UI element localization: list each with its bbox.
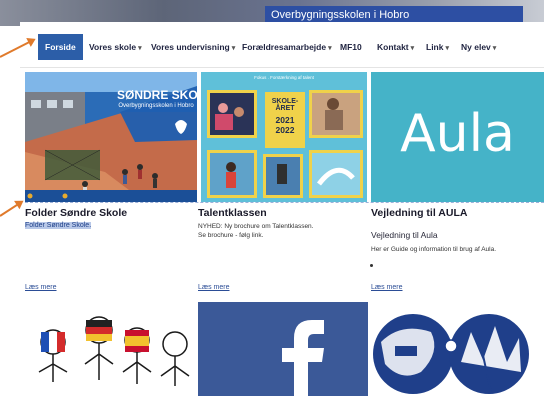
chevron-down-icon: ▾ — [231, 45, 236, 52]
card-title-soendre-skole[interactable]: Folder Søndre Skole — [25, 207, 127, 219]
nav-item-label: Ny elev — [461, 42, 491, 52]
card-title-aula[interactable]: Vejledning til AULA — [371, 207, 467, 219]
badge-line: 2022 — [275, 125, 295, 135]
selected-text: Folder Søndre Skole. — [25, 222, 92, 229]
nav-item-foraeldresamarbejde[interactable]: Forældresamarbejde ▾ — [242, 36, 332, 58]
aula-logo: Aula — [400, 104, 515, 164]
nav-item-vores-undervisning[interactable]: Vores undervisning ▾ — [151, 36, 235, 58]
bottom-image-children-flags[interactable] — [25, 302, 197, 396]
nav-item-label: Vores undervisning — [151, 42, 230, 52]
nav-item-link[interactable]: Link ▾ — [426, 36, 449, 58]
image-heading: SØNDRE SKOLE — [117, 88, 197, 102]
facebook-icon — [282, 320, 324, 396]
image-subheading: Overbygningsskolen i Hobro — [118, 103, 194, 109]
chevron-down-icon: ▾ — [445, 45, 449, 52]
bullet-dot — [370, 264, 373, 267]
nav-item-forside[interactable]: Forside — [38, 34, 83, 60]
annotation-arrow-card — [0, 201, 23, 217]
nav-item-ny-elev[interactable]: Ny elev ▾ — [461, 36, 496, 58]
card-text-line: NYHED: Ny brochure om Talentklassen. — [198, 223, 314, 230]
read-more-link[interactable]: Læs mere — [371, 284, 403, 291]
card-image-aula[interactable]: Aula — [371, 72, 544, 202]
card-image-soendre-skole[interactable]: SØNDRE SKOLE Overbygningsskolen i Hobro — [25, 72, 197, 202]
chevron-down-icon: ▾ — [138, 45, 142, 52]
chevron-down-icon: ▾ — [328, 45, 332, 52]
read-more-link[interactable]: Læs mere — [25, 284, 57, 291]
badge-line: 2021 — [275, 115, 295, 125]
card-text-line: Se brochure - følg link. — [198, 232, 264, 239]
main-navigation: Forside Vores skole ▾ Vores undervisning ▾… — [20, 22, 544, 68]
card-image-talentklassen[interactable]: Fokus . Forstærkning af talent SKOLE- ÅR… — [201, 72, 367, 202]
bottom-image-facebook[interactable] — [198, 302, 368, 396]
school-year-badge: SKOLE- ÅRET 2021 2022 — [265, 92, 305, 148]
badge-line: ÅRET — [275, 105, 295, 112]
read-more-link[interactable]: Læs mere — [198, 284, 230, 291]
card-subtitle: Vejledning til Aula — [371, 230, 438, 240]
nav-item-label: Kontakt — [377, 42, 409, 52]
nav-item-label: MF10 — [340, 42, 362, 52]
bottom-image-world-collage[interactable] — [371, 302, 544, 396]
nav-item-mf10[interactable]: MF10 — [340, 36, 362, 58]
nav-item-vores-skole[interactable]: Vores skole ▾ — [89, 36, 142, 58]
children-flags-drawing-icon — [38, 316, 190, 386]
chevron-down-icon: ▾ — [492, 45, 497, 52]
nav-item-label: Link — [426, 42, 444, 52]
chevron-down-icon: ▾ — [410, 45, 415, 52]
card-text: Folder Søndre Skole. — [25, 221, 92, 230]
separator-line — [25, 202, 544, 203]
badge-line: SKOLE- — [271, 98, 299, 105]
card-text: Her er Guide og information til brug af … — [371, 246, 497, 253]
nav-item-label: Vores skole — [89, 42, 137, 52]
nav-item-kontakt[interactable]: Kontakt ▾ — [377, 36, 414, 58]
card-title-talentklassen[interactable]: Talentklassen — [198, 207, 267, 219]
world-collage-drawing-icon — [373, 314, 529, 394]
nav-item-label: Forside — [45, 42, 76, 52]
nav-item-label: Forældresamarbejde — [242, 42, 327, 52]
